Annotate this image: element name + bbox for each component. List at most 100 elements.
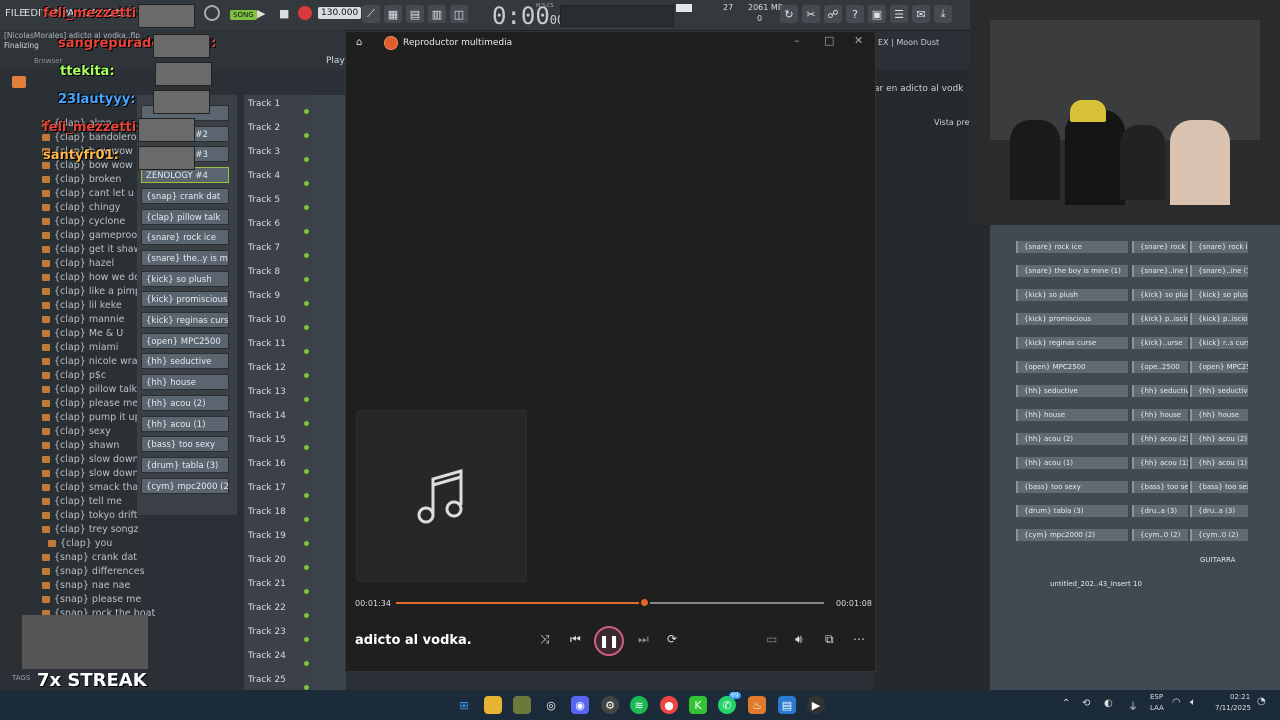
track-label[interactable]: Track 23: [248, 627, 286, 637]
playlist-clip[interactable]: {hh} acou (2): [1016, 433, 1128, 445]
browser-item[interactable]: {clap} smack that: [42, 482, 142, 493]
track-label[interactable]: Track 6: [248, 219, 280, 229]
playlist-clip[interactable]: {open} MPC2500: [1016, 361, 1128, 373]
track-label[interactable]: Track 18: [248, 507, 286, 517]
folder-icon[interactable]: [484, 696, 502, 714]
playlist-clip[interactable]: {kick}..urse: [1132, 337, 1188, 349]
browser-item[interactable]: {clap} get it shawty: [42, 244, 151, 255]
maximize-icon[interactable]: □: [824, 34, 834, 47]
shuffle-icon[interactable]: ⤨: [540, 632, 550, 647]
browser-item[interactable]: {clap} sexy: [42, 426, 111, 437]
volume-icon[interactable]: 🔊︎: [795, 632, 803, 647]
next-icon[interactable]: ⏭: [638, 632, 649, 647]
playlist-clip[interactable]: {snare}..ine (1): [1190, 265, 1248, 277]
vista-preview[interactable]: Vista prev: [934, 118, 974, 127]
step-icon[interactable]: ▥: [428, 5, 446, 23]
track-label[interactable]: Track 16: [248, 459, 286, 469]
browser-item[interactable]: {clap} miami: [42, 342, 118, 353]
track-enable-dot[interactable]: [304, 637, 309, 642]
browser-item[interactable]: {clap} pillow talk: [42, 384, 137, 395]
channel-button[interactable]: {snare} the..y is mine (1): [141, 249, 229, 266]
pause-button[interactable]: ❚❚: [594, 626, 624, 656]
track-label[interactable]: Track 8: [248, 267, 280, 277]
playlist-clip[interactable]: {bass} too sexy: [1190, 481, 1248, 493]
playlist-clip[interactable]: {kick} so plush: [1190, 289, 1248, 301]
mixer-icon[interactable]: ☰: [890, 5, 908, 23]
close-icon[interactable]: ✕: [854, 34, 863, 47]
browser-item[interactable]: {clap} hazel: [42, 258, 114, 269]
browser-item[interactable]: {clap} p$c: [42, 370, 106, 381]
track-enable-dot[interactable]: [304, 541, 309, 546]
master-volume[interactable]: [560, 5, 674, 27]
track-enable-dot[interactable]: [304, 133, 309, 138]
wifi-icon[interactable]: ◠: [1172, 697, 1181, 708]
browser-item[interactable]: {snap} nae nae: [42, 580, 130, 591]
channel-button[interactable]: {cym} mpc2000 (2): [141, 477, 229, 494]
menu-file[interactable]: FILE: [5, 8, 26, 19]
browser-item[interactable]: {clap} tell me: [42, 496, 122, 507]
playlist-clip[interactable]: {snare} rock ice: [1016, 241, 1128, 253]
cut-icon[interactable]: ✂: [802, 5, 820, 23]
fl-studio-icon[interactable]: ♨: [748, 696, 766, 714]
app-icon[interactable]: [513, 696, 531, 714]
track-enable-dot[interactable]: [304, 229, 309, 234]
browser-item[interactable]: {clap} please me: [42, 398, 138, 409]
playlist-clip[interactable]: {snare}..ine (1): [1132, 265, 1188, 277]
playlist-clip[interactable]: {dru..a (3): [1132, 505, 1188, 517]
progress-knob[interactable]: [639, 597, 651, 608]
playlist-clip[interactable]: {hh} house: [1016, 409, 1128, 421]
playlist-clip[interactable]: {cym..0 (2): [1190, 529, 1248, 541]
insert-clip[interactable]: untitled_202..43_Insert 10: [1050, 580, 1142, 588]
channel-button[interactable]: {drum} tabla (3): [141, 456, 229, 473]
browser-item[interactable]: {snap} crank dat: [42, 552, 137, 563]
browser-item[interactable]: {clap} cant let u go: [42, 188, 149, 199]
clock-date[interactable]: 7/11/2025: [1215, 704, 1251, 712]
playlist-clip[interactable]: {cym..0 (2): [1132, 529, 1188, 541]
track-label[interactable]: Track 2: [248, 123, 280, 133]
browser-item[interactable]: {clap} mannie: [42, 314, 124, 325]
browser-item[interactable]: {clap} tokyo drift: [42, 510, 137, 521]
track-enable-dot[interactable]: [304, 589, 309, 594]
browser-item[interactable]: {clap} like a pimp: [42, 286, 141, 297]
channel-button[interactable]: {hh} acou (1): [141, 415, 229, 432]
steam-icon[interactable]: ◎: [542, 696, 560, 714]
playlist-clip[interactable]: {hh} house: [1132, 409, 1188, 421]
home-icon[interactable]: ⌂: [356, 37, 362, 48]
browser-item[interactable]: {clap} lil keke: [42, 300, 122, 311]
pattern-song-toggle[interactable]: [204, 5, 220, 21]
playlist-clip[interactable]: {kick} so plush: [1132, 289, 1188, 301]
track-enable-dot[interactable]: [304, 253, 309, 258]
tempo-display[interactable]: 130.000: [318, 7, 362, 19]
track-label[interactable]: Track 14: [248, 411, 286, 421]
save-icon[interactable]: ▣: [868, 5, 886, 23]
play-icon[interactable]: ▶: [257, 7, 265, 20]
track-enable-dot[interactable]: [304, 325, 309, 330]
settings-icon[interactable]: ⚙: [601, 696, 619, 714]
track-enable-dot[interactable]: [304, 421, 309, 426]
track-enable-dot[interactable]: [304, 565, 309, 570]
discord-icon[interactable]: ◉: [571, 696, 589, 714]
playlist-clip[interactable]: {hh} acou (2): [1190, 433, 1248, 445]
browser-item[interactable]: {clap} nicole wray: [42, 356, 143, 367]
playlist-clip[interactable]: {kick} promiscious: [1016, 313, 1128, 325]
notepad-icon[interactable]: ▤: [778, 696, 796, 714]
play-label[interactable]: Play: [326, 56, 345, 66]
playlist-clip[interactable]: {snare} rock ice: [1190, 241, 1248, 253]
speaker-icon[interactable]: 🔈︎: [1190, 697, 1196, 708]
track-label[interactable]: Track 19: [248, 531, 286, 541]
playlist-clip[interactable]: {hh} acou (1): [1016, 457, 1128, 469]
browser-item[interactable]: {clap} how we do: [42, 272, 140, 283]
notification-icon[interactable]: ◔: [1257, 696, 1266, 707]
browser-item[interactable]: {clap} you: [48, 538, 112, 549]
track-label[interactable]: Track 4: [248, 171, 280, 181]
clock-time[interactable]: 02:21: [1230, 693, 1250, 701]
blend-icon[interactable]: ◫: [450, 5, 468, 23]
browser-item[interactable]: {clap} gameproof: [42, 230, 140, 241]
track-label[interactable]: Track 21: [248, 579, 286, 589]
track-enable-dot[interactable]: [304, 109, 309, 114]
playlist-clip[interactable]: {kick} so plush: [1016, 289, 1128, 301]
mini-player-icon[interactable]: ⧉: [825, 632, 834, 647]
track-enable-dot[interactable]: [304, 349, 309, 354]
browser-plus-icon[interactable]: [12, 76, 26, 88]
refresh-icon[interactable]: ↻: [780, 5, 798, 23]
